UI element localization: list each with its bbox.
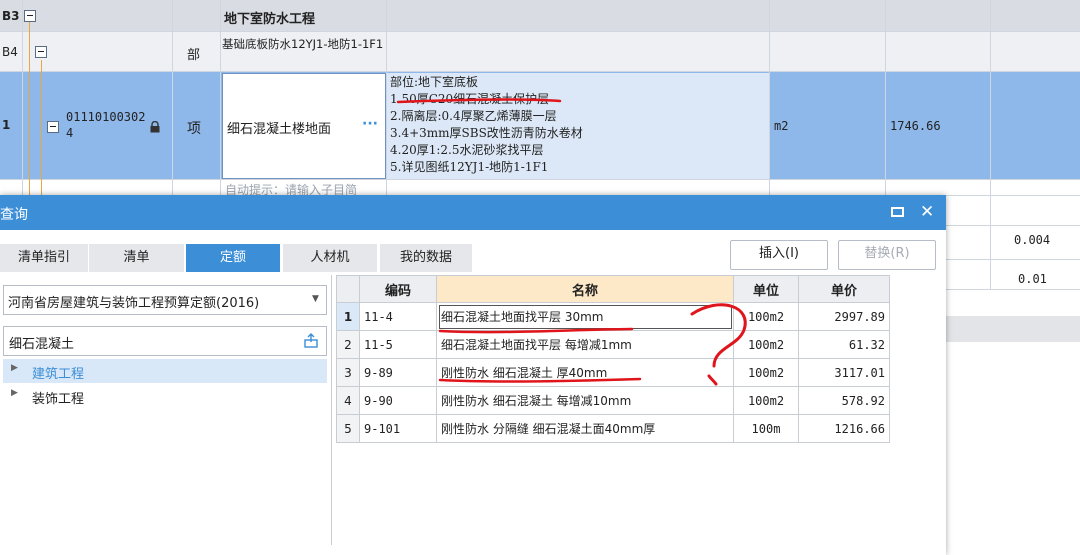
question-mark-dot	[707, 374, 718, 386]
red-annotations	[396, 98, 747, 386]
question-mark	[690, 303, 747, 368]
underline-mark	[438, 327, 634, 334]
underline-mark	[438, 377, 642, 383]
underline-mark	[396, 98, 562, 104]
